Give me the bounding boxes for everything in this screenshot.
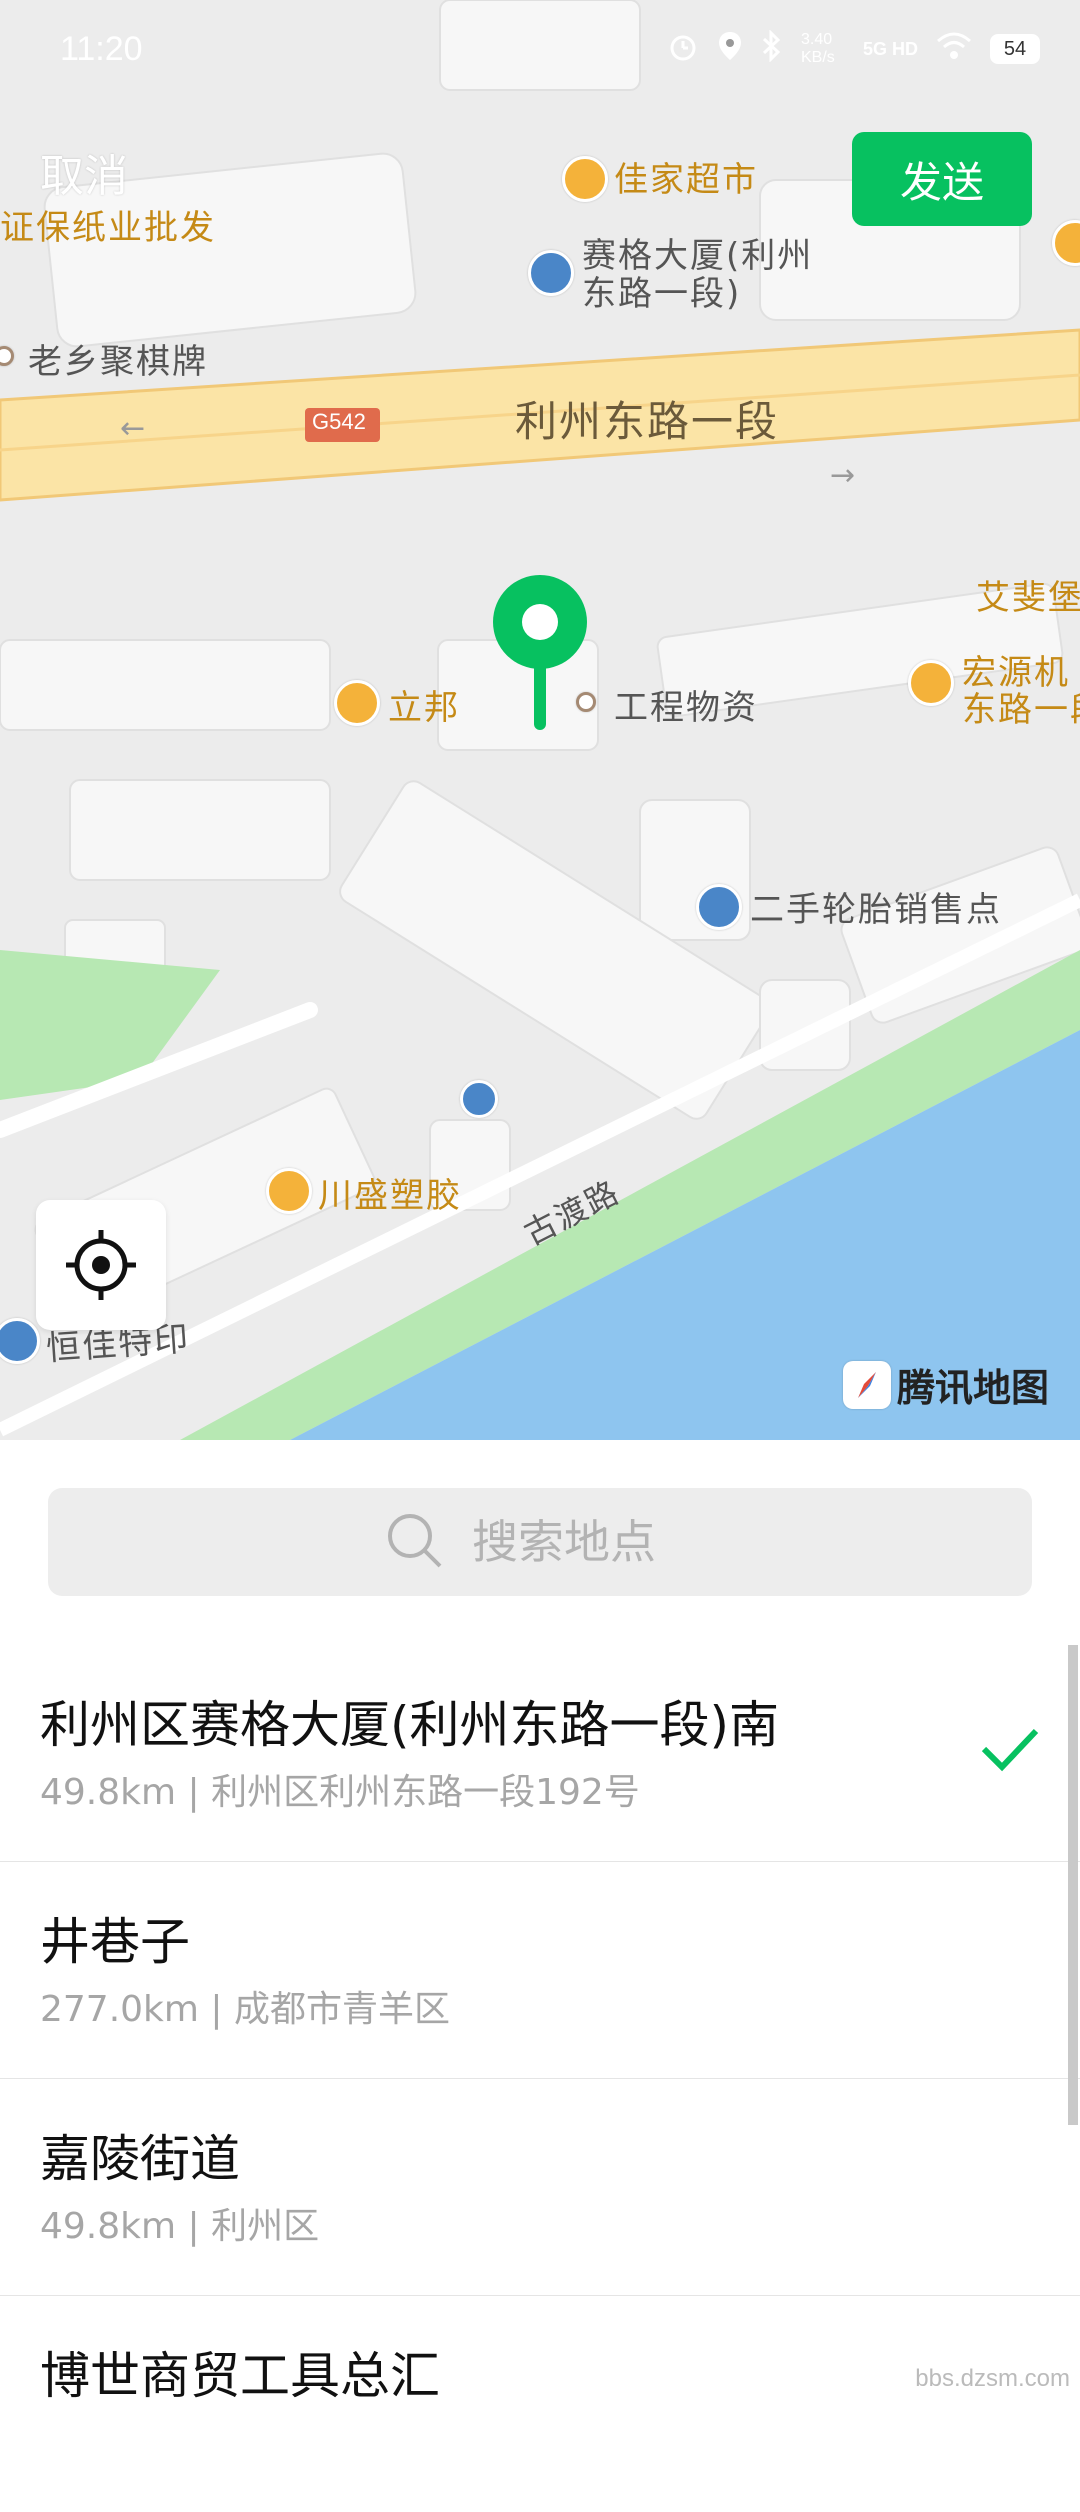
result-name: 利州区赛格大厦(利州东路一段)南 [40,1696,780,1754]
checkmark-icon [980,1725,1040,1777]
search-bar[interactable] [48,1488,1032,1596]
result-name: 嘉陵街道 [40,2130,240,2188]
result-address: 49.8km | 利州区利州东路一段192号 [40,1772,640,1813]
poi-aifei[interactable]: 艾斐堡 [976,570,1080,619]
poi-hongyuan-2[interactable]: 东路一段 [962,682,1080,731]
status-time: 11:20 [60,30,143,68]
building-icon[interactable] [528,250,574,296]
tencent-map-icon [843,1360,891,1409]
shop-icon[interactable] [334,680,380,726]
battery-icon: 54 [990,34,1040,64]
bluetooth-icon [761,29,783,68]
road-label-main: 利州东路一段 [515,397,780,446]
map-brand-logo: 腾讯地图 [843,1357,1049,1412]
list-item[interactable]: 嘉陵街道 49.8km | 利州区 [0,2079,1080,2296]
location-pin-icon[interactable] [490,572,590,736]
poi-chuansheng[interactable]: 川盛塑胶 [318,1168,462,1217]
svg-text:←: ← [120,411,145,446]
status-icons: 3.40 KB/s 5G HD 54 [667,29,1040,68]
poi-libang[interactable]: 立邦 [388,680,460,729]
svg-text:→: → [830,458,855,493]
restroom-icon[interactable] [460,1080,498,1118]
poi-jiajia[interactable]: 佳家超市 [614,152,758,201]
road-badge: G542 [312,409,366,434]
result-address: 277.0km | 成都市青羊区 [40,1989,450,2030]
list-item[interactable]: 利州区赛格大厦(利州东路一段)南 49.8km | 利州区利州东路一段192号 [0,1645,1080,1862]
cancel-button[interactable]: 取消 [40,140,128,204]
poi-gongcheng[interactable]: 工程物资 [614,680,758,729]
my-location-button[interactable] [36,1200,166,1330]
shop-icon[interactable] [562,156,608,202]
result-name: 博世商贸工具总汇 [40,2347,440,2405]
poi-tire[interactable]: 二手轮胎销售点 [750,882,1002,931]
search-input[interactable] [470,1514,694,1570]
search-icon [386,1512,442,1572]
network-type: 5G HD [862,38,918,59]
send-button[interactable]: 发送 [852,132,1032,226]
list-item[interactable]: 博世商贸工具总汇 [0,2296,1080,2512]
wifi-icon [936,31,972,67]
map-brand-text: 腾讯地图 [897,1366,1050,1410]
result-address: 49.8km | 利州区 [40,2206,320,2247]
tool-icon[interactable] [696,884,742,930]
list-scrollbar[interactable] [1068,1645,1078,2125]
watermark: bbs.dzsm.com [915,2365,1070,2392]
poi-zhengbao[interactable]: 证保纸业批发 [0,200,216,249]
poi-laoxiang[interactable]: 老乡聚棋牌 [28,334,208,383]
status-bar: 11:20 3.40 KB/s 5G HD 54 [0,0,1080,110]
result-name: 井巷子 [40,1913,190,1971]
poi-saige-2[interactable]: 东路一段) [582,266,741,315]
shop-icon[interactable] [908,660,954,706]
network-speed: 3.40 KB/s [800,31,835,66]
list-item[interactable]: 井巷子 277.0km | 成都市青羊区 [0,1862,1080,2079]
location-icon [717,30,743,68]
crosshair-icon [66,1230,136,1300]
alarm-icon [667,30,699,68]
shop-icon[interactable] [266,1168,312,1214]
